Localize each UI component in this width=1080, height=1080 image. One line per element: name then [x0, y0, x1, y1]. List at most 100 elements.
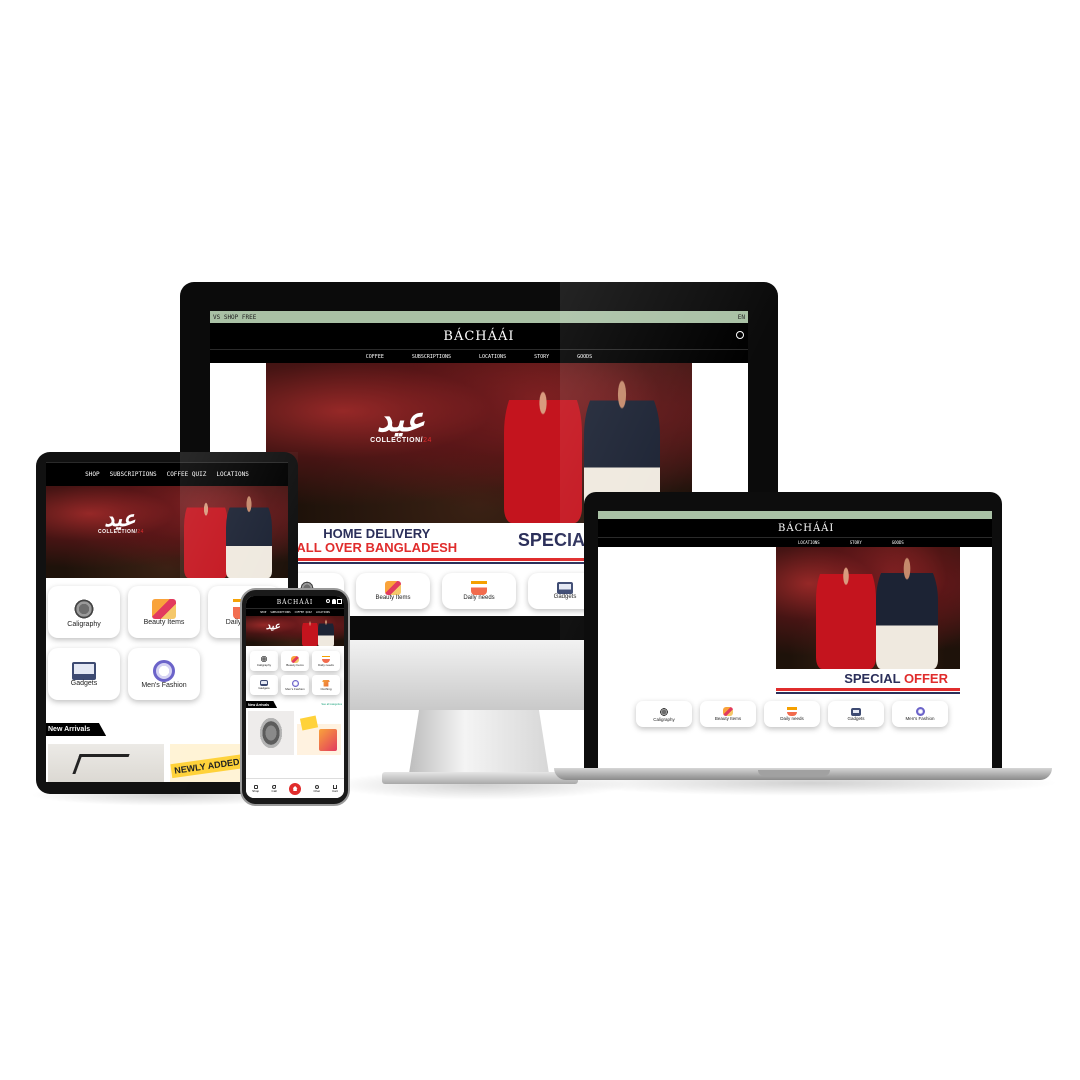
- language-switch[interactable]: EN: [738, 314, 745, 321]
- phone-nav-shop[interactable]: SHOP: [260, 611, 266, 614]
- bottom-nav-chat[interactable]: Chat: [313, 784, 320, 793]
- watch-icon: [291, 679, 299, 687]
- tablet-category-mens-fashion[interactable]: Men's Fashion: [128, 648, 200, 700]
- phone-category-mens-fashion[interactable]: Men's Fashion: [281, 675, 309, 695]
- tablet-hero-banner[interactable]: عید COLLECTION/24: [46, 486, 288, 578]
- bottom-nav-label: Cart: [332, 788, 338, 793]
- laptop-hero-man: [876, 555, 938, 669]
- phone-nav-subscriptions[interactable]: SUBSCRIPTIONS: [270, 611, 290, 614]
- bottom-nav-cart[interactable]: Cart: [332, 784, 338, 793]
- category-label: Gadgets: [258, 686, 270, 690]
- phone-nav-coffee-quiz[interactable]: COFFEE QUIZ: [295, 611, 312, 614]
- phone-user-icon[interactable]: [332, 599, 336, 604]
- category-beauty[interactable]: Beauty Items: [356, 573, 430, 609]
- phone-category-daily-needs[interactable]: Daily needs: [312, 651, 340, 671]
- phone-cart-icon[interactable]: [337, 599, 342, 604]
- category-daily-needs[interactable]: Daily needs: [442, 573, 516, 609]
- collection-label: COLLECTION/: [98, 529, 138, 535]
- laptop-hero-banner[interactable]: [776, 547, 960, 669]
- tablet-category-gadgets[interactable]: Gadgets: [48, 648, 120, 700]
- phone-eid-logo: عید: [264, 622, 282, 632]
- category-label: Daily needs: [780, 716, 804, 721]
- phone-category-clothing[interactable]: Clothing: [312, 675, 340, 695]
- phone-site: BÁCHÁÁI SHOP SUBSCRIPTIONS COFFEE QUIZ L…: [246, 596, 344, 798]
- phone-search-icon[interactable]: [326, 599, 330, 603]
- phone-bottom-nav: Shop Call Chat Cart: [246, 778, 344, 798]
- see-all-link[interactable]: See all categories: [321, 703, 344, 706]
- watch-icon: [153, 659, 175, 682]
- phone-arrival-card-calligraphy[interactable]: [248, 711, 294, 755]
- phone-category-caligraphy[interactable]: Caligraphy: [250, 651, 278, 671]
- eid-glyph: عید: [104, 506, 136, 532]
- home-button[interactable]: [289, 782, 302, 795]
- nav-subscriptions[interactable]: SUBSCRIPTIONS: [412, 354, 451, 360]
- tablet-nav-shop[interactable]: SHOP: [85, 471, 99, 478]
- tablet-nav-coffee-quiz[interactable]: COFFEE QUIZ: [167, 471, 207, 478]
- beauty-icon: [291, 655, 299, 663]
- laptop-nav-locations[interactable]: LOCATIONS: [798, 540, 820, 545]
- tablet-category-caligraphy[interactable]: Caligraphy: [48, 586, 120, 638]
- tablet-nav-locations[interactable]: LOCATIONS: [216, 471, 249, 478]
- phone-hero-banner[interactable]: عید: [246, 616, 344, 646]
- laptop-ticker: [598, 511, 992, 519]
- category-label: Gadgets: [70, 679, 98, 687]
- brand-logo[interactable]: BÁCHÁÁI: [443, 329, 514, 344]
- tablet-hero-woman: [184, 492, 228, 578]
- nav-goods[interactable]: GOODS: [577, 354, 592, 360]
- collection-year: 24: [137, 529, 144, 535]
- phone-arrival-card-promo[interactable]: [297, 711, 341, 755]
- laptop-category-gadgets[interactable]: Gadgets: [828, 701, 884, 727]
- laptop-category-row: Caligraphy Beauty Items Daily needs Gadg…: [598, 691, 992, 727]
- bottom-nav-label: Shop: [252, 788, 260, 793]
- monitor-stand-neck: [408, 708, 550, 780]
- beauty-icon: [385, 581, 401, 595]
- category-label: Beauty Items: [143, 618, 185, 626]
- laptop-category-daily-needs[interactable]: Daily needs: [764, 701, 820, 727]
- phone-category-beauty[interactable]: Beauty Items: [281, 651, 309, 671]
- phone-nav-locations[interactable]: LOCATIONS: [316, 611, 330, 614]
- category-label: Beauty Items: [375, 595, 411, 601]
- phone-nav: SHOP SUBSCRIPTIONS COFFEE QUIZ LOCATIONS: [246, 608, 344, 616]
- laptop-category-caligraphy[interactable]: Caligraphy: [636, 701, 692, 727]
- laptop-nav-story[interactable]: STORY: [850, 540, 862, 545]
- phone-brand-logo[interactable]: BÁCHÁÁI: [277, 599, 314, 606]
- nav-locations[interactable]: LOCATIONS: [479, 354, 506, 360]
- laptop-category-mens-fashion[interactable]: Men's Fashion: [892, 701, 948, 727]
- nav-coffee[interactable]: COFFEE: [366, 354, 384, 360]
- laptop-hero-woman: [816, 553, 876, 669]
- laptop-notch: [758, 770, 830, 776]
- laptop-header: BÁCHÁÁI: [598, 519, 992, 537]
- phone-category-gadgets[interactable]: Gadgets: [250, 675, 278, 695]
- eid-glyph: عید: [376, 400, 426, 440]
- category-label: Men's Fashion: [905, 716, 935, 721]
- main-nav: COFFEE SUBSCRIPTIONS LOCATIONS STORY GOO…: [210, 349, 748, 363]
- calligraphy-plate-icon: [260, 718, 282, 748]
- watch-icon: [915, 707, 925, 716]
- gadget-icon: [557, 582, 573, 594]
- basket-icon: [322, 655, 330, 663]
- category-label: Caligraphy: [653, 716, 675, 722]
- monitor-stand-foot: [382, 772, 578, 784]
- home-icon: [292, 786, 298, 791]
- delivery-message: HOME DELIVERY ALL OVER BANGLADESH: [296, 527, 457, 554]
- category-label: Daily needs: [463, 595, 495, 601]
- search-icon[interactable]: [736, 331, 744, 339]
- phone-new-arrivals-row: [246, 708, 344, 755]
- laptop-offer-banner[interactable]: SPECIAL OFFER: [776, 669, 960, 694]
- category-label: Gadgets: [847, 715, 865, 721]
- category-label: Clothing: [320, 686, 332, 691]
- nav-story[interactable]: STORY: [534, 354, 549, 360]
- tablet-category-beauty[interactable]: Beauty Items: [128, 586, 200, 638]
- gadget-icon: [72, 661, 96, 680]
- bottom-nav-shop[interactable]: Shop: [252, 784, 260, 793]
- arrival-card-promo[interactable]: NEWLY ADDED!: [170, 744, 246, 782]
- laptop-category-beauty[interactable]: Beauty Items: [700, 701, 756, 727]
- arrival-card-calligraphy[interactable]: [48, 744, 164, 782]
- tablet-nav-subscriptions[interactable]: SUBSCRIPTIONS: [110, 471, 157, 478]
- bottom-nav-call[interactable]: Call: [272, 784, 277, 793]
- calligraphy-icon: [659, 706, 669, 717]
- laptop-brand-logo[interactable]: BÁCHÁÁI: [778, 523, 834, 534]
- tablet-nav: SHOP SUBSCRIPTIONS COFFEE QUIZ LOCATIONS: [46, 462, 288, 486]
- laptop-nav: LOCATIONS STORY GOODS: [598, 537, 992, 547]
- laptop-nav-goods[interactable]: GOODS: [892, 540, 904, 545]
